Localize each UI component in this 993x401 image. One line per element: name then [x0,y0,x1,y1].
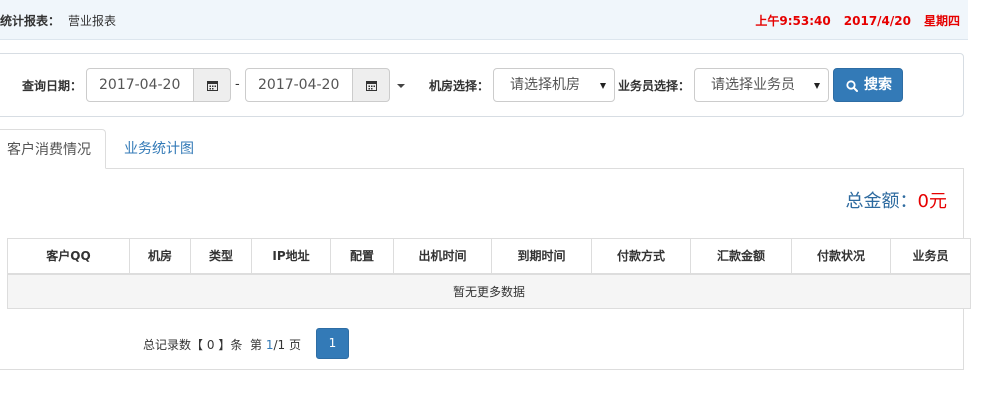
column-header: 付款方式 [591,238,691,275]
date-separator: - [235,77,240,92]
search-icon [846,80,858,92]
room-label: 机房选择： [429,79,490,93]
date-from-input[interactable]: 2017-04-20 [86,68,194,102]
chevron-down-icon [600,83,606,89]
column-header: 付款状况 [791,238,891,275]
column-header: 业务员 [890,238,971,275]
clock-time: 上午9:53:40 [755,14,831,28]
table-header-row: 客户QQ 机房 类型 IP地址 配置 出机时间 到期时间 付款方式 汇款金额 付… [7,238,971,275]
filter-panel: 查询日期： 2017-04-20 - 2017-04-20 机房选择： 请选择机… [0,53,964,117]
search-button[interactable]: 搜索 [833,68,903,102]
breadcrumb-label: 统计报表： [0,14,61,28]
breadcrumb: 统计报表： 营业报表 [0,12,116,29]
records-count: 0 [206,338,215,352]
top-bar: 统计报表： 营业报表 上午9:53:40 2017/4/20 星期四 [0,0,968,40]
column-header: 汇款金额 [690,238,792,275]
records-suffix: 】条 [218,338,243,352]
consumption-table: 客户QQ 机房 类型 IP地址 配置 出机时间 到期时间 付款方式 汇款金额 付… [7,238,971,309]
date-to-calendar-button[interactable] [352,68,390,102]
calendar-icon [207,81,218,91]
column-header: 到期时间 [491,238,592,275]
clock-weekday: 星期四 [923,14,960,28]
search-button-label: 搜索 [864,77,892,93]
column-header: 机房 [129,238,191,275]
empty-message: 暂无更多数据 [7,273,971,309]
pagination-info: 总记录数【 0 】条 第 1/1 页 [143,336,301,353]
date-range-dropdown-icon[interactable] [397,84,405,88]
column-header: IP地址 [251,238,331,275]
column-header: 客户QQ [7,238,130,275]
records-prefix: 总记录数【 [143,338,204,352]
clock-date: 2017/4/20 [843,14,911,28]
clock: 上午9:53:40 2017/4/20 星期四 [742,12,960,29]
room-select-value: 请选择机房 [510,77,580,93]
page-prefix: 第 [249,338,262,352]
page-total: /1 页 [273,338,301,352]
breadcrumb-page: 营业报表 [68,14,117,28]
chevron-down-icon [814,83,820,89]
column-header: 配置 [330,238,394,275]
column-header: 出机时间 [393,238,492,275]
calendar-icon [366,81,377,91]
total-amount-label: 总金额： [845,191,918,212]
tab-customer-consumption[interactable]: 客户消费情况 [0,129,106,169]
staff-select[interactable]: 请选择业务员 [694,68,829,102]
total-amount-value: 0元 [917,191,947,212]
page-button-1[interactable]: 1 [316,328,349,359]
room-select[interactable]: 请选择机房 [493,68,615,102]
date-to-input[interactable]: 2017-04-20 [245,68,353,102]
tab-business-chart[interactable]: 业务统计图 [124,129,194,169]
column-header: 类型 [190,238,252,275]
table-row: 暂无更多数据 [7,273,971,309]
date-label: 查询日期： [22,79,83,93]
staff-select-value: 请选择业务员 [711,77,795,93]
total-amount: 总金额：0元 [846,187,947,213]
staff-label: 业务员选择： [618,79,691,93]
date-from-calendar-button[interactable] [193,68,231,102]
tab-content-panel: 总金额：0元 客户QQ 机房 类型 IP地址 配置 出机时间 到期时间 付款方式… [0,168,971,370]
